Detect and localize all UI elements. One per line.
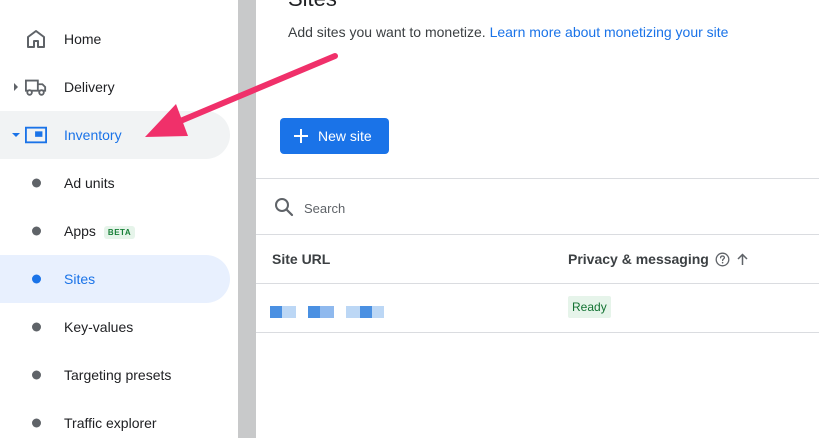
bullet-icon [32, 274, 41, 284]
sidebar-item-inventory[interactable]: Inventory [0, 111, 230, 159]
inventory-icon [25, 124, 47, 146]
learn-more-link[interactable]: Learn more about monetizing your site [490, 24, 729, 40]
sidebar-item-label: Sites [64, 271, 96, 287]
column-header-privacy-messaging[interactable]: Privacy & messaging [568, 251, 749, 267]
main-content: Sites Add sites you want to monetize. Le… [256, 0, 819, 438]
sidebar-item-label: Apps [64, 223, 96, 239]
sidebar-item-label: Home [64, 31, 102, 47]
sidebar-item-traffic-explorer[interactable]: Traffic explorer [0, 399, 230, 438]
caret-right-icon[interactable] [11, 82, 21, 92]
sidebar-item-delivery[interactable]: Delivery [0, 63, 230, 111]
sidebar-item-key-values[interactable]: Key-values [0, 303, 230, 351]
sidebar-item-label: Key-values [64, 319, 134, 335]
sidebar: Home Delivery Inventory Ad units Apps BET… [0, 0, 238, 438]
column-header-site-url[interactable]: Site URL [272, 251, 330, 267]
sidebar-item-label: Inventory [64, 127, 122, 143]
search-icon [274, 197, 294, 217]
help-icon[interactable] [715, 252, 730, 267]
new-site-label: New site [318, 128, 372, 144]
sidebar-resize-handle[interactable] [238, 0, 256, 438]
home-icon [25, 28, 47, 50]
bullet-icon [32, 418, 41, 428]
caret-down-icon[interactable] [11, 130, 21, 140]
bullet-icon [32, 322, 41, 332]
page-description: Add sites you want to monetize. Learn mo… [288, 24, 728, 40]
column-header-label: Privacy & messaging [568, 251, 709, 267]
divider [256, 283, 819, 284]
sidebar-item-targeting-presets[interactable]: Targeting presets [0, 351, 230, 399]
sidebar-item-ad-units[interactable]: Ad units [0, 159, 230, 207]
sidebar-item-label: Traffic explorer [64, 415, 157, 431]
sidebar-item-home[interactable]: Home [0, 15, 230, 63]
page-title: Sites [288, 0, 337, 12]
divider [256, 332, 819, 333]
divider [256, 234, 819, 235]
truck-icon [25, 76, 47, 98]
sidebar-item-label: Ad units [64, 175, 115, 191]
sidebar-item-label: Targeting presets [64, 367, 172, 383]
sidebar-item-apps[interactable]: Apps BETA [0, 207, 230, 255]
sidebar-item-sites[interactable]: Sites [0, 255, 230, 303]
sort-ascending-icon[interactable] [736, 252, 749, 266]
status-badge: Ready [568, 296, 611, 318]
description-text: Add sites you want to monetize. [288, 24, 486, 40]
bullet-icon [32, 178, 41, 188]
bullet-icon [32, 370, 41, 380]
search-input[interactable] [304, 197, 704, 219]
new-site-button[interactable]: New site [280, 118, 389, 154]
search-bar [256, 179, 819, 235]
sidebar-item-label: Delivery [64, 79, 115, 95]
redacted-site-url[interactable] [270, 306, 384, 318]
bullet-icon [32, 226, 41, 236]
plus-icon [294, 129, 308, 143]
beta-badge: BETA [103, 225, 136, 239]
